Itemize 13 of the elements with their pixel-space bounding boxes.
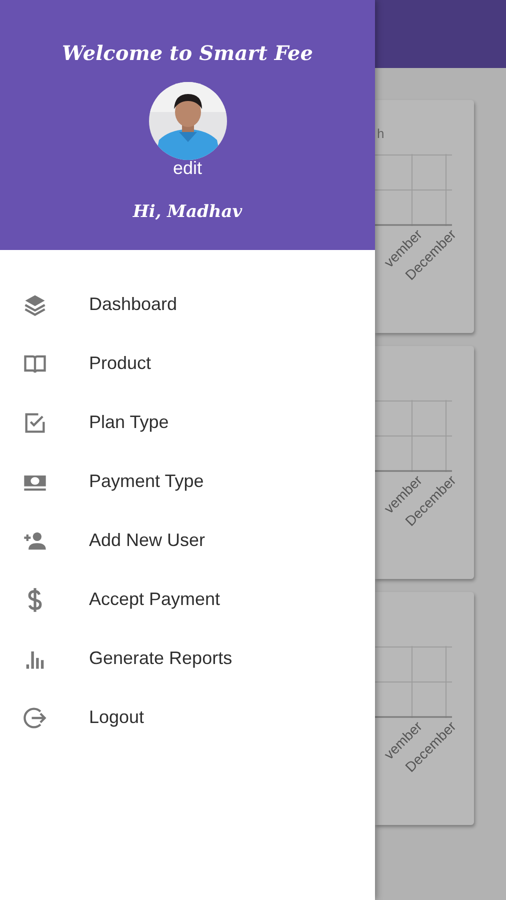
- welcome-title: Welcome to Smart Fee: [62, 40, 313, 67]
- menu-item[interactable]: Add New User: [0, 511, 375, 570]
- menu-item[interactable]: Accept Payment: [0, 570, 375, 629]
- menu-item[interactable]: Plan Type: [0, 393, 375, 452]
- menu-item[interactable]: Generate Reports: [0, 629, 375, 688]
- menu-item[interactable]: Dashboard: [0, 275, 375, 334]
- menu-item[interactable]: Logout: [0, 688, 375, 747]
- logout-icon: [22, 704, 48, 730]
- chart-title: h: [377, 126, 384, 141]
- menu-item[interactable]: Product: [0, 334, 375, 393]
- menu-item[interactable]: Payment Type: [0, 452, 375, 511]
- greeting-text: Hi, Madhav: [132, 201, 242, 224]
- edit-link[interactable]: edit: [172, 158, 202, 178]
